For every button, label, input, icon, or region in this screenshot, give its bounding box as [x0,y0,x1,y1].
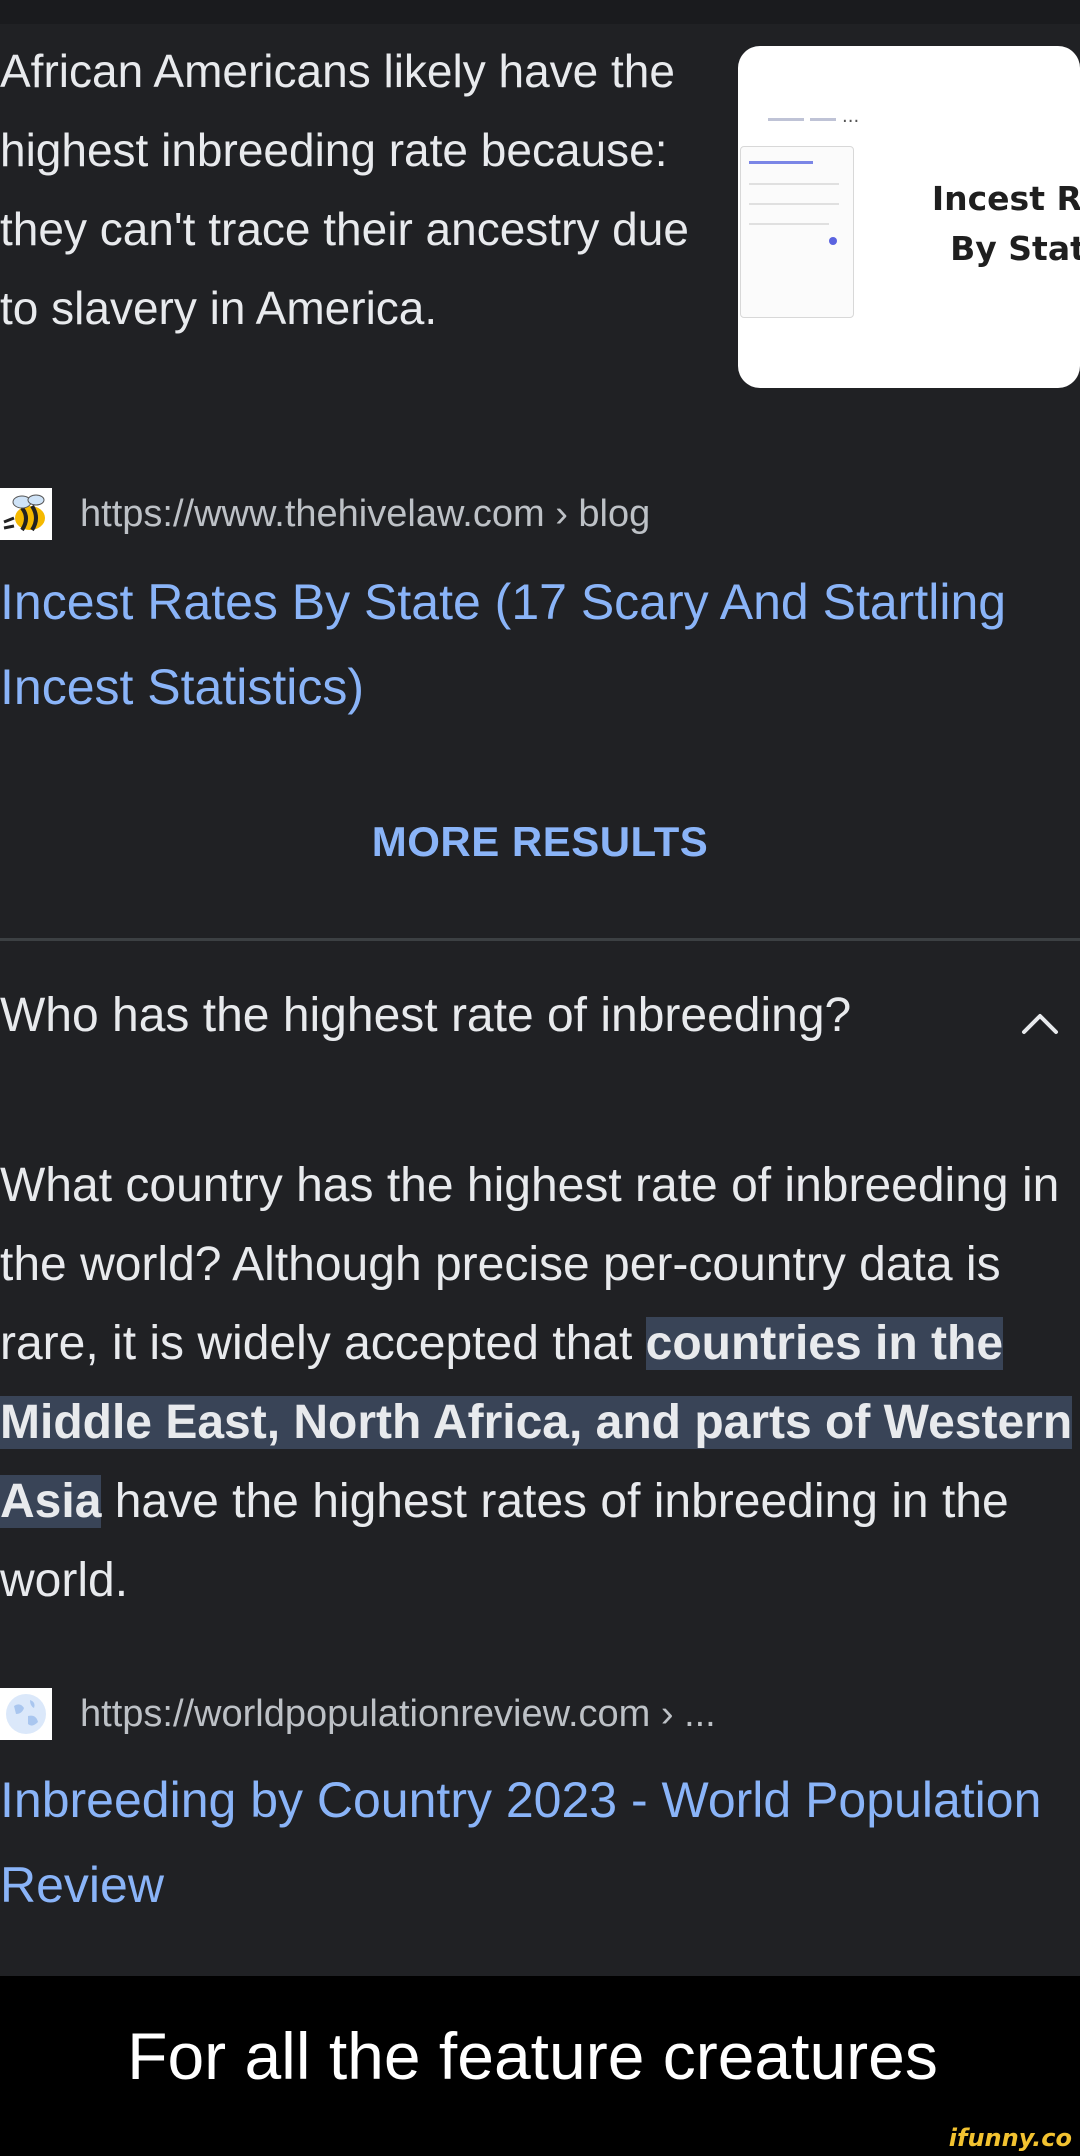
answer-text: What country has the highest rate of inb… [0,1146,1075,1620]
result-thumbnail[interactable]: ... Incest Ra By Stat [738,46,1080,388]
question-heading[interactable]: Who has the highest rate of inbreeding? [0,986,960,1046]
watermark-logo: ifunny.co [948,2124,1072,2152]
result1-source[interactable]: https://www.thehivelaw.com › blog [0,488,650,540]
globe-icon [0,1688,52,1740]
bee-icon [0,488,52,540]
thumbnail-title-line1: Incest Ra [931,179,1080,218]
result1-url[interactable]: https://www.thehivelaw.com › blog [80,493,650,536]
divider [0,938,1080,941]
result2-source[interactable]: https://worldpopulationreview.com › ... [0,1688,716,1740]
meme-caption: For all the feature creatures [127,2019,938,2093]
thumbnail-bar [768,118,804,121]
result1-link[interactable]: Incest Rates By State (17 Scary And Star… [0,560,1060,730]
thumbnail-ellipsis: ... [842,106,860,127]
thumbnail-title-line2: By Stat [950,229,1080,268]
more-results-button[interactable]: MORE RESULTS [0,818,1080,866]
chevron-up-icon[interactable] [1018,1002,1062,1042]
result2-link[interactable]: Inbreeding by Country 2023 - World Popul… [0,1758,1060,1928]
thumbnail-bar [810,118,836,121]
top-strip [0,0,1080,24]
result2-url[interactable]: https://worldpopulationreview.com › ... [80,1693,716,1736]
thumbnail-document-graphic [740,146,854,318]
thumbnail-title: Incest Ra By Stat [888,174,1080,274]
answer-text-after: have the highest rates of inbreeding in … [0,1475,1009,1607]
snippet-text: African Americans likely have the highes… [0,45,689,334]
